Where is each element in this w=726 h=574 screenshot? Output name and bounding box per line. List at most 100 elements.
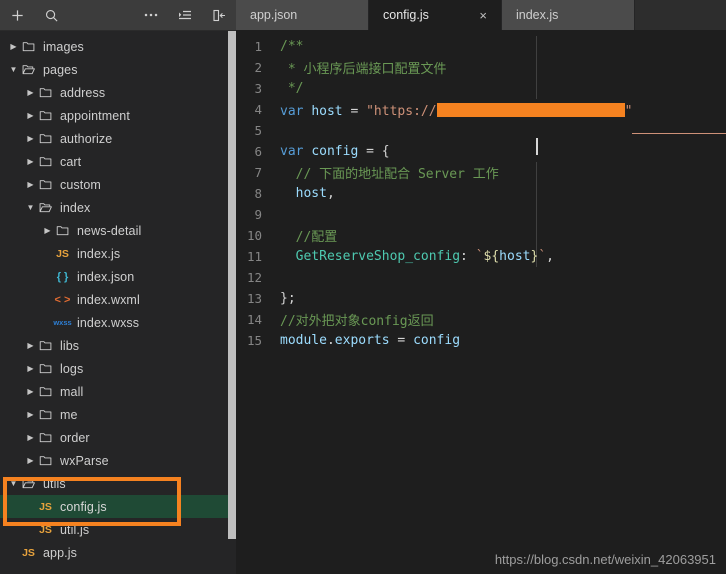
folder-icon (36, 408, 55, 421)
chevron-right-icon[interactable]: ▶ (25, 81, 36, 104)
code-token: */ (280, 81, 304, 96)
line-number: 2 (254, 60, 262, 75)
tree-item-label: order (60, 430, 90, 445)
tree-item-label: images (43, 39, 84, 54)
chevron-right-icon[interactable]: ▶ (25, 426, 36, 449)
folder-open-icon (19, 63, 38, 76)
line-number: 15 (246, 333, 262, 348)
more-actions-button[interactable] (134, 0, 168, 30)
code-token: , (326, 186, 335, 201)
search-button[interactable] (34, 0, 68, 30)
chevron-right-icon[interactable]: ▶ (25, 403, 36, 426)
line-number: 1 (254, 39, 262, 54)
code-line: 9 (236, 204, 726, 225)
tree-folder-images[interactable]: ▶ images (0, 35, 236, 58)
tree-folder-cart[interactable]: ▶ cart (0, 150, 236, 173)
folder-icon (36, 132, 55, 145)
chevron-right-icon[interactable]: ▶ (25, 150, 36, 173)
editor-tab-app-json[interactable]: app.json (236, 0, 369, 30)
line-number: 4 (254, 102, 262, 117)
editor-tabbar[interactable]: app.json config.js × index.js (236, 0, 726, 30)
tree-folder-order[interactable]: ▶ order (0, 426, 236, 449)
wxml-file-icon: < > (54, 293, 71, 306)
tree-folder-appointment[interactable]: ▶ appointment (0, 104, 236, 127)
chevron-right-icon[interactable]: ▶ (25, 449, 36, 472)
tree-folder-news-detail[interactable]: ▶ news-detail (0, 219, 236, 242)
folder-icon (36, 86, 55, 99)
line-text: var host = "https:// " (280, 101, 632, 119)
tree-folder-me[interactable]: ▶ me (0, 403, 236, 426)
code-token: ` (475, 249, 484, 264)
code-line: 4 var host = "https:// " (236, 99, 726, 120)
chevron-down-icon[interactable]: ▼ (8, 58, 19, 81)
file-explorer-sidebar: ▶ images ▼ pages ▶ address ▶ appointment ▶ author… (0, 0, 236, 574)
code-token: host (295, 186, 327, 201)
chevron-down-icon[interactable]: ▼ (25, 196, 36, 219)
line-text: GetReserveShop_config: `${host}`, (280, 249, 554, 264)
chevron-right-icon[interactable]: ▶ (25, 173, 36, 196)
code-line: 3 */ (236, 78, 726, 99)
chevron-right-icon[interactable]: ▶ (25, 334, 36, 357)
chevron-right-icon[interactable]: ▶ (25, 104, 36, 127)
folder-icon (36, 155, 55, 168)
line-text: /** (280, 39, 303, 54)
chevron-right-icon[interactable]: ▶ (25, 380, 36, 403)
code-area[interactable]: 1/** 2 * 小程序后端接口配置文件 3 */4 var host = "http… (236, 30, 726, 573)
tree-folder-wxParse[interactable]: ▶ wxParse (0, 449, 236, 472)
js-file-icon: JS (39, 500, 52, 513)
tree-folder-custom[interactable]: ▶ custom (0, 173, 236, 196)
folder-icon (36, 178, 55, 191)
editor-pane: app.json config.js × index.js 1 /** 2 * 小程序后端… (236, 0, 726, 573)
editor-tab-index-js[interactable]: index.js (502, 0, 635, 30)
tree-file-index-json[interactable]: { } index.json (0, 265, 236, 288)
line-number: 14 (246, 312, 262, 327)
line-number: 7 (254, 165, 262, 180)
tree-file-util-js[interactable]: JS util.js (0, 518, 236, 541)
code-token: ` (538, 249, 547, 264)
line-number: 9 (254, 207, 262, 222)
chevron-right-icon[interactable]: ▶ (8, 35, 19, 58)
tree-item-label: app.js (43, 545, 77, 560)
tree-folder-index[interactable]: ▼ index (0, 196, 236, 219)
sidebar-scrollbar[interactable] (228, 31, 236, 573)
collapse-sidebar-button[interactable] (202, 0, 236, 30)
code-token: = (389, 333, 414, 348)
code-token: = { (358, 144, 390, 159)
chevron-right-icon[interactable]: ▶ (42, 219, 53, 242)
tree-folder-libs[interactable]: ▶ libs (0, 334, 236, 357)
tree-item-label: index.wxml (77, 292, 140, 307)
tree-folder-mall[interactable]: ▶ mall (0, 380, 236, 403)
tree-folder-utils[interactable]: ▼ utils (0, 472, 236, 495)
collapse-list-button[interactable] (168, 0, 202, 30)
tree-item-label: index.json (77, 269, 135, 284)
new-file-button[interactable] (0, 0, 34, 30)
tree-folder-authorize[interactable]: ▶ authorize (0, 127, 236, 150)
text-cursor (536, 138, 538, 155)
tree-file-index-js[interactable]: JS index.js (0, 242, 236, 265)
chevron-down-icon[interactable]: ▼ (8, 472, 19, 495)
chevron-right-icon[interactable]: ▶ (25, 127, 36, 150)
close-icon[interactable]: × (479, 9, 487, 22)
sidebar-scrollbar-thumb[interactable] (228, 31, 236, 539)
file-tree[interactable]: ▶ images ▼ pages ▶ address ▶ appointment ▶ author… (0, 31, 236, 574)
tree-file-config-js[interactable]: JS config.js (0, 495, 236, 518)
chevron-right-icon[interactable]: ▶ (25, 357, 36, 380)
tree-file-index-wxml[interactable]: < > index.wxml (0, 288, 236, 311)
editor-tab-config-js[interactable]: config.js × (369, 0, 502, 30)
code-token: " (624, 103, 633, 119)
tree-file-app-js[interactable]: JS app.js (0, 541, 236, 564)
editor-window: ▶ images ▼ pages ▶ address ▶ appointment ▶ author… (0, 0, 726, 574)
list-collapse-icon (179, 10, 191, 20)
tree-folder-pages[interactable]: ▼ pages (0, 58, 236, 81)
tree-file-index-wxss[interactable]: wxss index.wxss (0, 311, 236, 334)
code-token: exports (334, 333, 390, 348)
folder-icon (19, 40, 38, 53)
code-token: config (413, 333, 461, 348)
tree-item-label: index (60, 200, 91, 215)
tree-folder-logs[interactable]: ▶ logs (0, 357, 236, 380)
code-token: // 下面的地址配合 Server 工作 (280, 167, 499, 182)
tree-folder-address[interactable]: ▶ address (0, 81, 236, 104)
tree-item-label: pages (43, 62, 78, 77)
